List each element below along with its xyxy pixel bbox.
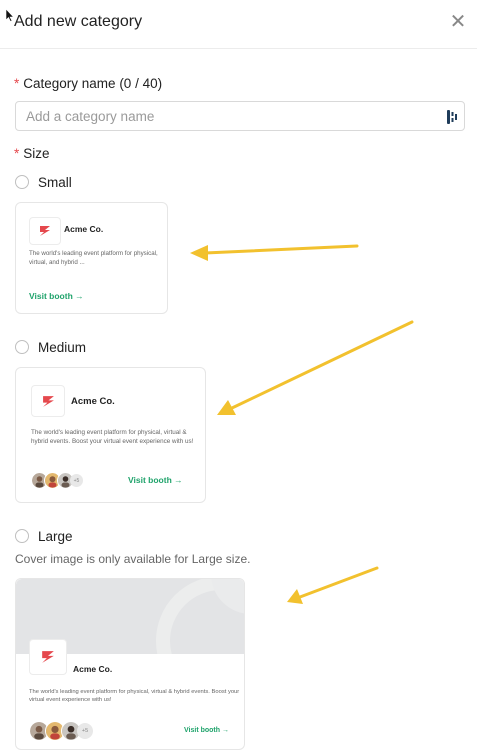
- category-name-label-text: Category name (0 / 40): [23, 76, 163, 91]
- radio-button[interactable]: [15, 175, 29, 189]
- text-tools-icon[interactable]: [446, 109, 458, 125]
- visit-booth-link[interactable]: Visit booth →: [128, 475, 183, 485]
- size-option-label: Large: [38, 528, 73, 544]
- large-size-note: Cover image is only available for Large …: [15, 552, 251, 566]
- size-option-small[interactable]: Small: [15, 172, 72, 192]
- brand-name: Acme Co.: [71, 396, 115, 407]
- size-label: * Size: [14, 146, 50, 161]
- dialog-title: Add new category: [14, 13, 143, 30]
- brand-name: Acme Co.: [73, 664, 113, 674]
- size-label-text: Size: [23, 146, 50, 161]
- dialog-header: Add new category ✕: [0, 0, 477, 49]
- size-option-medium[interactable]: Medium: [15, 337, 86, 357]
- visit-booth-link[interactable]: Visit booth →: [184, 727, 229, 734]
- annotation-arrow-small: [190, 244, 359, 261]
- visit-booth-link[interactable]: Visit booth →: [29, 291, 84, 301]
- required-mark: *: [14, 146, 20, 161]
- mouse-cursor-icon: [5, 8, 15, 22]
- booth-description: The world's leading event platform for p…: [29, 250, 158, 266]
- size-option-label: Medium: [38, 339, 87, 355]
- brand-logo: [29, 639, 67, 675]
- attendee-avatars: +5: [29, 721, 93, 741]
- category-name-input[interactable]: [16, 102, 436, 130]
- close-icon[interactable]: ✕: [447, 12, 469, 34]
- brand-logo: [29, 217, 61, 245]
- brand-logo-icon: [42, 651, 54, 663]
- medium-card-preview: Acme Co. The world's leading event platf…: [15, 367, 206, 503]
- required-mark: *: [14, 76, 20, 91]
- brand-logo-icon: [42, 395, 54, 407]
- radio-button[interactable]: [15, 529, 29, 543]
- more-attendees-count: +5: [70, 474, 83, 487]
- brand-name: Acme Co.: [64, 224, 104, 234]
- size-option-label: Small: [38, 174, 72, 190]
- annotation-arrow-large: [287, 566, 379, 604]
- large-card-preview: Acme Co. The world's leading event platf…: [15, 578, 245, 750]
- brand-logo: [31, 385, 65, 417]
- attendee-avatars: +5: [31, 472, 83, 489]
- annotation-arrow-medium: [217, 320, 414, 415]
- brand-logo-icon: [40, 226, 50, 236]
- size-option-large[interactable]: Large: [15, 526, 73, 546]
- radio-button[interactable]: [15, 340, 29, 354]
- small-card-preview: Acme Co. The world's leading event platf…: [15, 202, 168, 314]
- category-name-label: * Category name (0 / 40): [14, 76, 162, 91]
- booth-description: The world's leading event platform for p…: [29, 689, 240, 704]
- booth-description: The world's leading event platform for p…: [31, 429, 194, 446]
- category-name-field[interactable]: [15, 101, 465, 131]
- more-attendees-count: +5: [77, 723, 93, 739]
